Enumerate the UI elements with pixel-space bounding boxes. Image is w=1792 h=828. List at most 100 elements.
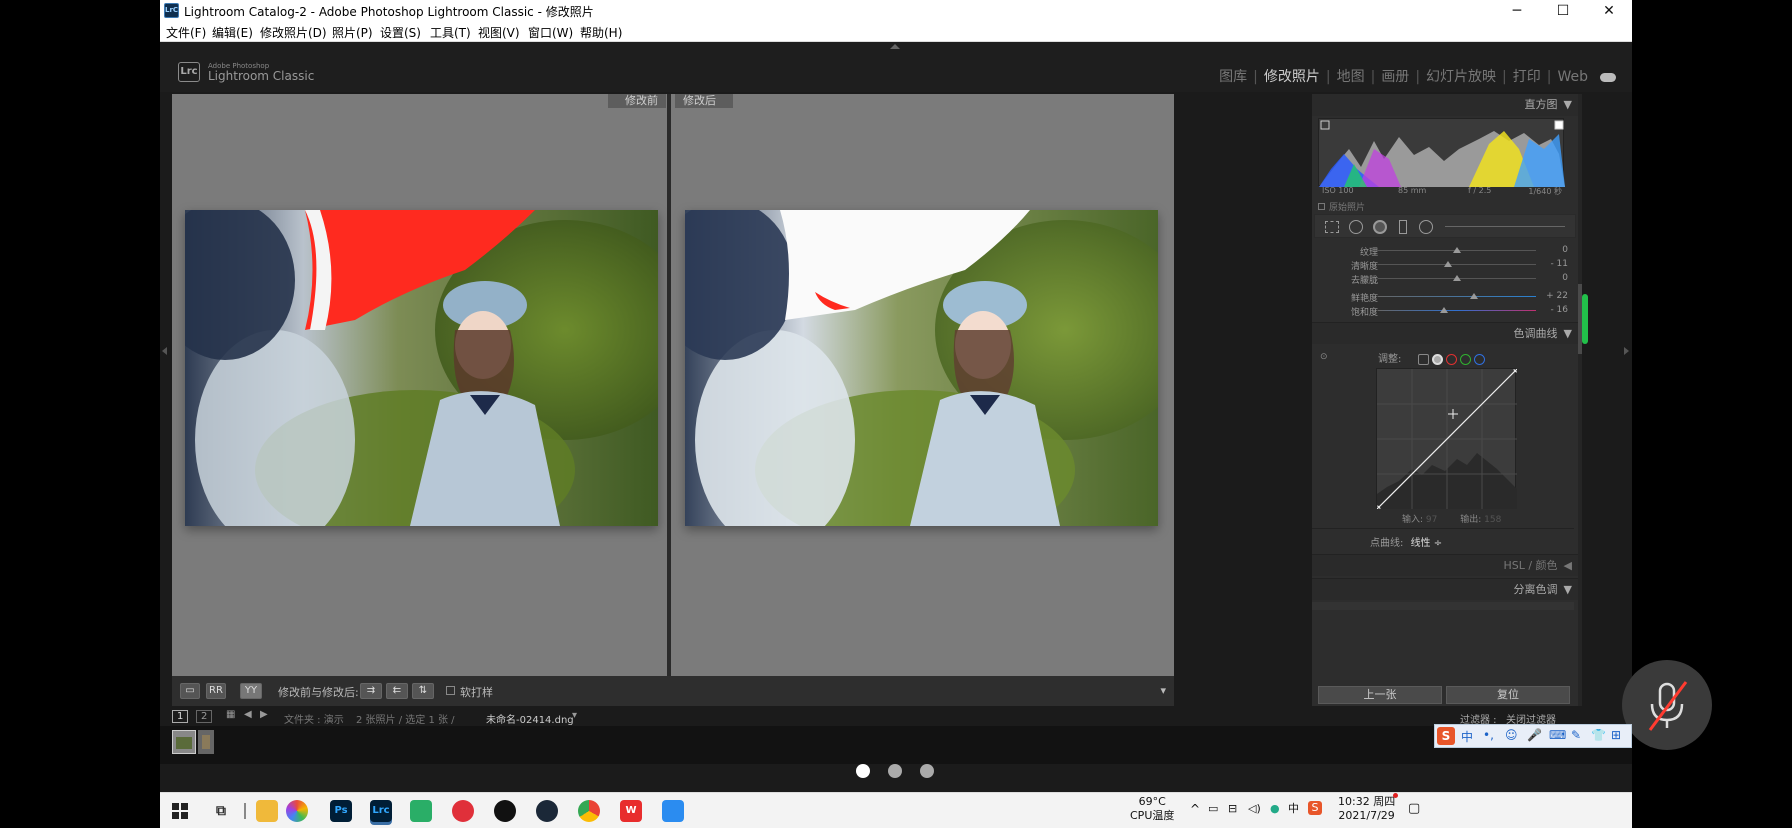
volume-icon[interactable]: ◁) [1248, 802, 1261, 816]
main-window-button[interactable]: 1 [172, 710, 189, 723]
slider-clarity[interactable]: 清晰度 - 11 [1312, 258, 1582, 272]
ime-voice-icon[interactable]: 🎤 [1527, 728, 1542, 742]
menu-photo[interactable]: 照片(P) [332, 24, 373, 41]
graduated-filter-icon[interactable] [1399, 220, 1407, 234]
crop-tool-icon[interactable] [1325, 221, 1339, 233]
slider-dehaze[interactable]: 去朦胧 0 [1312, 272, 1582, 286]
parametric-curve-icon[interactable] [1418, 354, 1429, 365]
menu-file[interactable]: 文件(F) [166, 24, 206, 41]
slider-texture[interactable]: 纹理 0 [1312, 244, 1582, 258]
menu-tools[interactable]: 工具(T) [430, 24, 471, 41]
green-channel-icon[interactable] [1460, 354, 1471, 365]
ime-lang-toggle[interactable]: 中 [1461, 728, 1473, 745]
slider-vibrance[interactable]: 鲜艳度 + 22 [1312, 290, 1582, 304]
soft-proof-checkbox[interactable] [446, 686, 455, 695]
qq-icon[interactable] [494, 800, 516, 822]
tone-curve-graph[interactable] [1373, 365, 1521, 513]
minimize-button[interactable]: ─ [1494, 0, 1540, 22]
filmstrip-thumbnail[interactable] [172, 730, 196, 754]
task-view-icon[interactable]: ⧉ [210, 800, 232, 822]
slider-knob[interactable] [1440, 307, 1449, 313]
windows-start-icon[interactable] [172, 803, 188, 819]
menu-develop[interactable]: 修改照片(D) [260, 24, 327, 41]
radial-filter-icon[interactable] [1419, 220, 1433, 234]
image-viewer-icon[interactable] [662, 800, 684, 822]
slider-value[interactable]: + 22 [1546, 291, 1568, 301]
page-dot[interactable] [920, 764, 934, 778]
slider-value[interactable]: 0 [1562, 245, 1568, 255]
mute-microphone-button[interactable] [1622, 660, 1712, 750]
wechat-icon[interactable] [410, 800, 432, 822]
loupe-view-button[interactable]: ▭ [180, 683, 200, 699]
sogou-logo-icon[interactable]: S [1437, 727, 1455, 745]
spot-removal-icon[interactable] [1349, 220, 1363, 234]
toolbar-menu-chevron-icon[interactable]: ▾ [1160, 684, 1166, 697]
filename-dropdown-icon[interactable]: ▾ [572, 710, 577, 721]
slider-knob[interactable] [1453, 275, 1461, 281]
hsl-header[interactable]: HSL / 颜色 ◀ [1312, 554, 1582, 576]
slider-knob[interactable] [1470, 293, 1479, 299]
filmstrip-filename[interactable]: 未命名-02414.dng [486, 711, 574, 726]
module-library[interactable]: 图库 [1219, 69, 1247, 85]
module-print[interactable]: 打印 [1513, 69, 1541, 85]
second-window-button[interactable]: 2 [196, 710, 213, 723]
security-icon[interactable]: ● [1270, 802, 1280, 816]
file-explorer-icon[interactable] [256, 800, 278, 822]
slider-saturation[interactable]: 饱和度 - 16 [1312, 304, 1582, 318]
cloud-icon[interactable] [1600, 72, 1616, 82]
network-icon[interactable]: ⊟ [1228, 802, 1237, 816]
maximize-button[interactable]: ☐ [1540, 0, 1586, 22]
module-slideshow[interactable]: 幻灯片放映 [1426, 69, 1496, 85]
lightroom-taskbar-icon[interactable]: Lrc [370, 800, 392, 822]
previous-button[interactable]: 上一张 [1318, 686, 1442, 704]
before-photo[interactable] [185, 210, 658, 526]
netease-music-icon[interactable] [452, 800, 474, 822]
module-book[interactable]: 画册 [1381, 69, 1409, 85]
point-curve-select[interactable]: 线性 ÷ [1411, 538, 1443, 549]
steam-icon[interactable] [536, 800, 558, 822]
copy-before-to-after-button[interactable]: ⇉ [360, 683, 382, 699]
panel-scrollbar[interactable] [1578, 94, 1582, 706]
slider-track[interactable] [1378, 310, 1536, 311]
after-photo[interactable] [685, 210, 1158, 526]
menu-settings[interactable]: 设置(S) [380, 24, 421, 41]
filmstrip-path[interactable]: 文件夹 : 演示 [284, 711, 344, 726]
grid-view-icon[interactable]: ▦ [226, 709, 235, 720]
page-dot-active[interactable] [856, 764, 870, 778]
menu-view[interactable]: 视图(V) [478, 24, 520, 41]
blue-channel-icon[interactable] [1474, 354, 1485, 365]
slider-knob[interactable] [1443, 261, 1452, 267]
before-after-yy-button[interactable]: YY [240, 683, 262, 699]
brush-slider[interactable] [1445, 226, 1565, 227]
menu-edit[interactable]: 编辑(E) [212, 24, 253, 41]
ime-keyboard-icon[interactable]: ⌨ [1549, 728, 1566, 742]
original-photo-toggle[interactable]: 原始照片 [1318, 200, 1365, 213]
slider-track[interactable] [1378, 264, 1536, 265]
histogram[interactable] [1318, 118, 1565, 187]
forward-arrow-icon[interactable]: ▶ [260, 709, 268, 720]
point-curve-row[interactable]: 点曲线: 线性 ÷ [1370, 534, 1442, 549]
red-eye-icon[interactable] [1373, 220, 1387, 234]
reset-button[interactable]: 复位 [1446, 686, 1570, 704]
menu-help[interactable]: 帮助(H) [580, 24, 622, 41]
right-panel-toggle-icon[interactable] [1624, 347, 1629, 355]
histogram-header[interactable]: 直方图 ▼ [1312, 94, 1582, 116]
rgb-channel-icon[interactable] [1432, 354, 1443, 365]
sogou-tray-icon[interactable]: S [1308, 801, 1322, 815]
tray-overflow-icon[interactable]: ^ [1190, 802, 1200, 816]
color-app-icon[interactable] [286, 800, 308, 822]
slider-value[interactable]: 0 [1562, 273, 1568, 283]
ime-skin-icon[interactable]: 👕 [1591, 728, 1606, 742]
cpu-temp-widget[interactable]: 69°C CPU温度 [1130, 795, 1174, 823]
action-center-icon[interactable]: ▢ [1408, 802, 1420, 816]
slider-value[interactable]: - 16 [1550, 305, 1568, 315]
page-dot[interactable] [888, 764, 902, 778]
ime-handwrite-icon[interactable]: ✎ [1571, 728, 1581, 742]
wps-icon[interactable]: W [620, 800, 642, 822]
photoshop-icon[interactable]: Ps [330, 800, 352, 822]
tone-curve-header[interactable]: 色调曲线 ▼ [1312, 322, 1582, 344]
split-toning-header[interactable]: 分离色调 ▼ [1312, 578, 1582, 600]
slider-value[interactable]: - 11 [1550, 259, 1568, 269]
copy-after-to-before-button[interactable]: ⇇ [386, 683, 408, 699]
back-arrow-icon[interactable]: ◀ [244, 709, 252, 720]
